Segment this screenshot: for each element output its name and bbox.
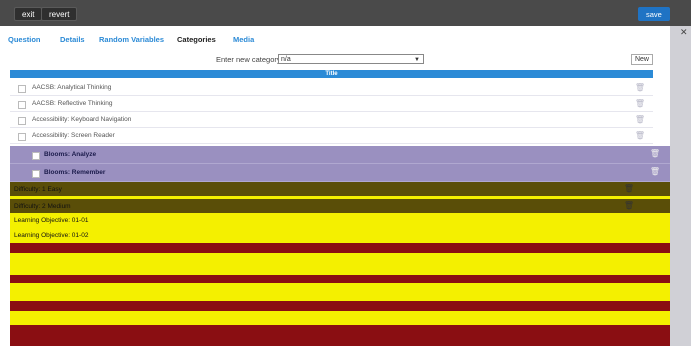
row-checkbox[interactable] (32, 152, 40, 160)
table-subrow: Blooms: Analyze 🗑 (10, 146, 670, 164)
table-row: AACSB: Reflective Thinking 🗑 (10, 96, 653, 112)
tab-random-variables[interactable]: Random Variables (99, 35, 164, 44)
scrollbar[interactable] (670, 26, 691, 346)
overlay-region: Difficulty: 1 Easy 🗑 Difficulty: 2 Mediu… (10, 182, 680, 346)
trash-icon[interactable]: 🗑 (635, 99, 645, 108)
revert-button[interactable]: revert (41, 7, 78, 21)
row-title: AACSB: Analytical Thinking (32, 84, 112, 91)
table-row: Accessibility: Screen Reader 🗑 (10, 128, 653, 144)
table-header-title: Title (10, 70, 653, 78)
new-category-button[interactable]: New (630, 54, 653, 65)
row-title: Learning Objective: 01-02 (14, 232, 89, 239)
trash-icon[interactable]: 🗑 (624, 201, 634, 210)
row-title: Difficulty: 2 Medium (14, 203, 71, 210)
band (10, 243, 680, 253)
trash-icon[interactable]: 🗑 (635, 115, 645, 124)
category-title-select[interactable]: n/a ▼ (278, 54, 424, 64)
trash-icon[interactable]: 🗑 (650, 167, 660, 176)
category-title-row: Enter new category title: n/a ▼ New (10, 52, 655, 68)
tab-categories[interactable]: Categories (177, 35, 216, 44)
row-title: Difficulty: 1 Easy (14, 186, 62, 193)
row-checkbox[interactable] (18, 101, 26, 109)
row-title: Accessibility: Screen Reader (32, 132, 115, 139)
trash-icon[interactable]: 🗑 (650, 149, 660, 158)
chevron-down-icon: ▼ (414, 57, 420, 63)
row-checkbox[interactable] (32, 170, 40, 178)
band (10, 311, 680, 325)
table-row: Accessibility: Keyboard Navigation 🗑 (10, 112, 653, 128)
table-row: Learning Objective: 01-02 (10, 227, 680, 243)
row-title: AACSB: Reflective Thinking (32, 100, 113, 107)
tab-bar: Question Details Random Variables Catego… (0, 26, 670, 50)
band (10, 283, 680, 301)
tab-media[interactable]: Media (233, 35, 254, 44)
row-checkbox[interactable] (18, 133, 26, 141)
table-row: Learning Objective: 01-01 (10, 213, 680, 227)
band (10, 253, 680, 275)
table-row: Difficulty: 2 Medium 🗑 (10, 199, 680, 213)
category-selected-value: n/a (281, 56, 291, 63)
table-row: Difficulty: 1 Easy 🗑 (10, 182, 680, 196)
tab-details[interactable]: Details (60, 35, 85, 44)
row-title: Blooms: Analyze (44, 151, 97, 158)
row-title: Blooms: Remember (44, 169, 106, 176)
table-subrow: Blooms: Remember 🗑 (10, 164, 670, 182)
band (10, 325, 680, 346)
trash-icon[interactable]: 🗑 (635, 131, 645, 140)
exit-button[interactable]: exit (14, 7, 43, 21)
top-toolbar: exit revert save (0, 0, 691, 26)
tab-question[interactable]: Question (8, 35, 41, 44)
trash-icon[interactable]: 🗑 (635, 83, 645, 92)
table-row: AACSB: Analytical Thinking 🗑 (10, 80, 653, 96)
row-title: Learning Objective: 01-01 (14, 217, 89, 224)
band (10, 275, 680, 283)
row-title: Accessibility: Keyboard Navigation (32, 116, 132, 123)
trash-icon[interactable]: 🗑 (624, 184, 634, 193)
save-button[interactable]: save (638, 7, 670, 21)
close-icon[interactable]: ✕ (680, 27, 688, 38)
row-checkbox[interactable] (18, 85, 26, 93)
row-checkbox[interactable] (18, 117, 26, 125)
band (10, 301, 680, 311)
